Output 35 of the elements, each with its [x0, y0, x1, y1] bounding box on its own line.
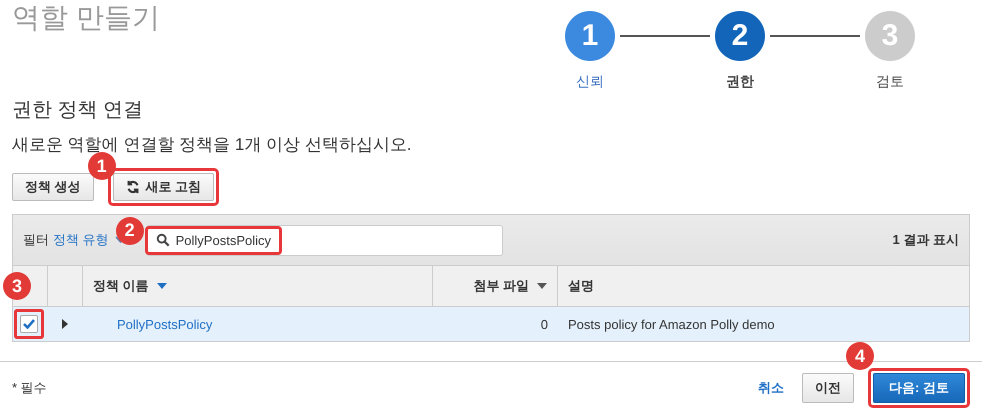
column-header: 설명 [568, 277, 594, 295]
expand-icon[interactable] [62, 319, 68, 329]
result-count: 1 결과 표시 [892, 231, 959, 249]
callout-badge: 1 [88, 152, 116, 180]
table-cell: 0 [540, 316, 548, 332]
refresh-button[interactable]: 새로 고침 [112, 173, 214, 201]
previous-button[interactable]: 이전 [802, 373, 854, 403]
search-icon [156, 233, 170, 247]
callout-badge: 3 [3, 272, 31, 300]
cancel-link[interactable]: 취소 [758, 379, 784, 397]
search-field[interactable]: PollyPostsPolicy [146, 224, 503, 256]
table-cell: Posts policy for Amazon Polly demo [568, 316, 775, 332]
step-label: 신뢰 [576, 73, 604, 91]
sort-caret-icon[interactable] [537, 283, 547, 289]
step-label: 권한 [726, 73, 754, 91]
sort-caret-icon[interactable] [156, 283, 167, 289]
callout-badge: 2 [116, 216, 144, 244]
page-title: 역할 만들기 [12, 4, 161, 35]
row-checkbox[interactable] [20, 315, 38, 333]
policy-name-link[interactable]: PollyPostsPolicy [117, 316, 212, 332]
next-review-button[interactable]: 다음: 검토 [873, 373, 965, 403]
required-note: * 필수 [12, 379, 47, 397]
refresh-icon [126, 180, 140, 194]
search-value: PollyPostsPolicy [176, 232, 271, 248]
filter-label: 필터 [23, 231, 49, 249]
step-number: 2 [715, 11, 765, 61]
create-policy-button[interactable]: 정책 생성 [12, 173, 94, 201]
step-number: 1 [565, 11, 615, 61]
column-header[interactable]: 첨부 파일 [473, 277, 529, 295]
step-label: 검토 [876, 73, 904, 91]
table-row[interactable]: PollyPostsPolicy 0 Posts policy for Amazon Polly demo [13, 307, 969, 341]
section-title: 권한 정책 연결 [12, 98, 144, 123]
column-header[interactable]: 정책 이름 [93, 277, 149, 295]
callout-badge: 4 [846, 342, 874, 370]
policy-type-filter[interactable]: 정책 유형 [53, 231, 109, 249]
